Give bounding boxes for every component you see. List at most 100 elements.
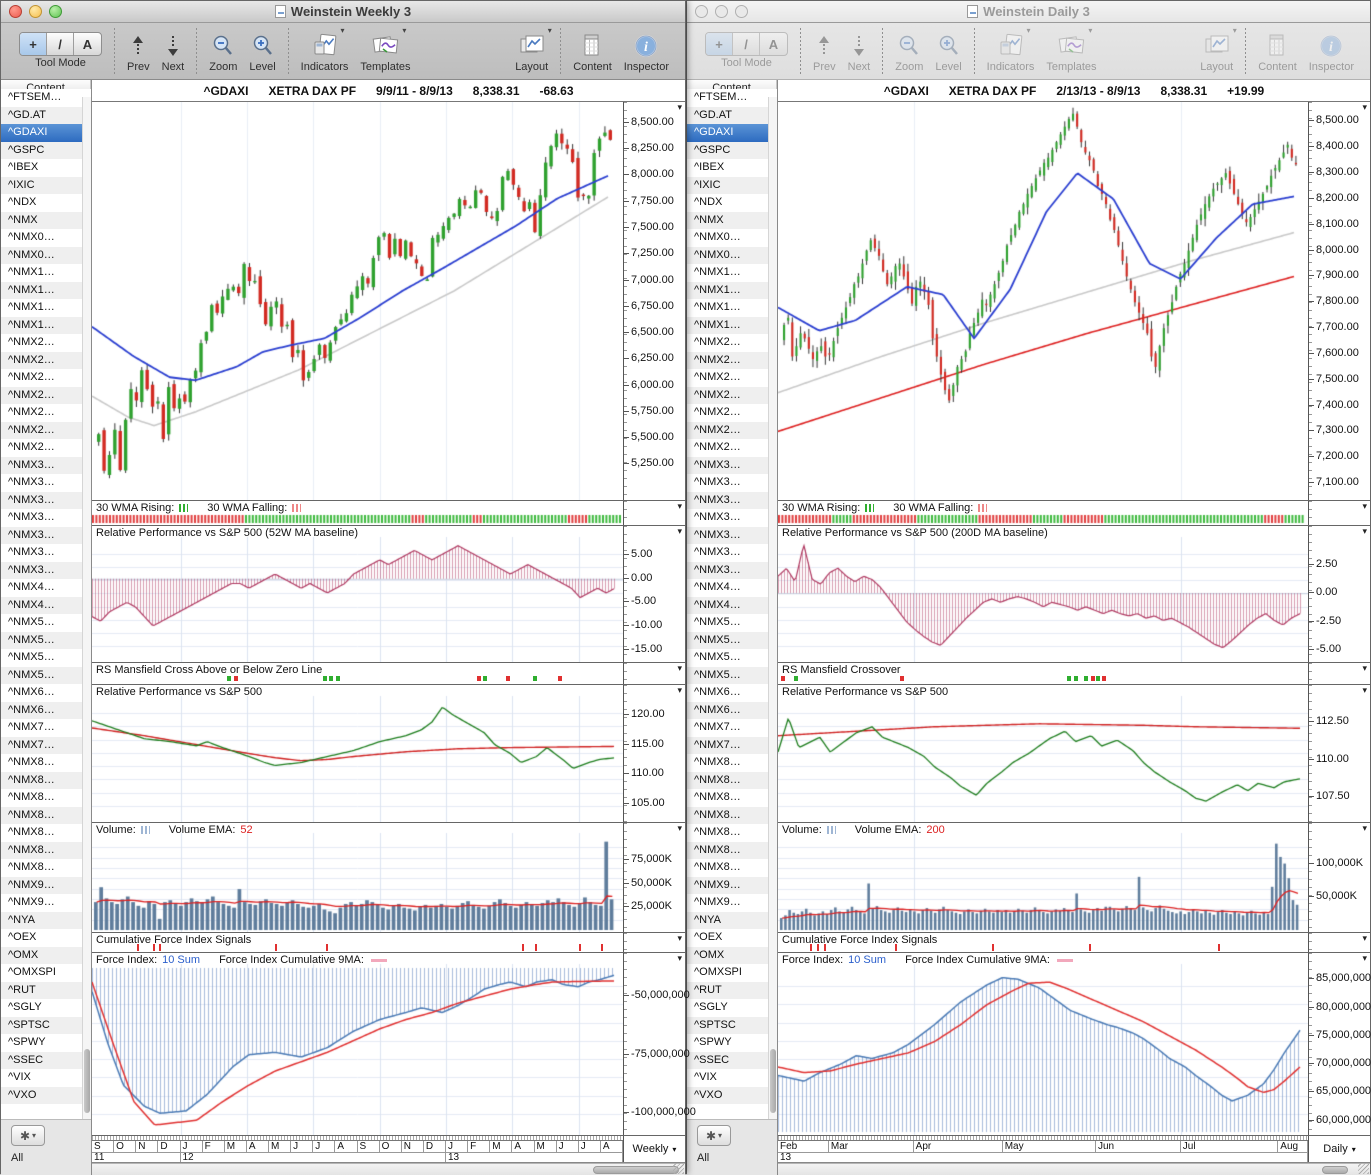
sidebar-item[interactable]: ^NMX2… bbox=[687, 386, 777, 404]
timeframe-select[interactable]: Daily bbox=[1323, 1143, 1347, 1155]
sidebar-item[interactable]: ^VXO bbox=[687, 1086, 777, 1104]
chart-canvas[interactable] bbox=[92, 685, 623, 822]
sidebar-item[interactable]: ^NMX3… bbox=[1, 509, 91, 527]
sidebar-item[interactable]: ^OEX bbox=[1, 929, 91, 947]
sidebar-item[interactable]: ^GDAXI bbox=[687, 124, 777, 142]
sidebar-item[interactable]: ^NMX9… bbox=[687, 876, 777, 894]
sidebar-item[interactable]: ^NMX3… bbox=[1, 544, 91, 562]
sidebar-item[interactable]: ^NMX1… bbox=[687, 299, 777, 317]
sidebar-item[interactable]: ^NMX5… bbox=[687, 666, 777, 684]
tool-line-button[interactable]: / bbox=[47, 33, 74, 55]
panel-disclosure-icon[interactable]: ▾ bbox=[1362, 953, 1367, 963]
close-button[interactable] bbox=[9, 5, 22, 18]
prev-button[interactable]: Prev bbox=[127, 28, 150, 73]
relative-performance-panel-plot[interactable]: Relative Performance vs S&P 500 (52W MA … bbox=[92, 526, 623, 662]
zoom-out-button[interactable]: Zoom bbox=[895, 28, 923, 73]
sidebar-item[interactable]: ^NMX2… bbox=[687, 439, 777, 457]
sidebar-item[interactable]: ^SPTSC bbox=[687, 1016, 777, 1034]
sidebar-item[interactable]: ^NYA bbox=[687, 911, 777, 929]
sidebar-item[interactable]: ^VIX bbox=[687, 1069, 777, 1087]
sidebar-item[interactable]: ^OMX bbox=[1, 946, 91, 964]
panel-disclosure-icon[interactable]: ▾ bbox=[1362, 933, 1367, 943]
sidebar-item[interactable]: ^NMX2… bbox=[1, 351, 91, 369]
zoom-window-button[interactable] bbox=[49, 5, 62, 18]
panel-disclosure-icon[interactable]: ▾ bbox=[677, 501, 682, 511]
sidebar-item[interactable]: ^NYA bbox=[1, 911, 91, 929]
sidebar-item[interactable]: ^NMX5… bbox=[687, 631, 777, 649]
sidebar-item[interactable]: ^NMX8… bbox=[1, 754, 91, 772]
cumulative-force-signal-panel-plot[interactable]: Cumulative Force Index Signals bbox=[92, 933, 623, 952]
sidebar-item[interactable]: ^NMX0… bbox=[1, 246, 91, 264]
sidebar-item[interactable]: ^NMX2… bbox=[1, 369, 91, 387]
sidebar-item[interactable]: ^NMX8… bbox=[687, 859, 777, 877]
titlebar[interactable]: Weinstein Weekly 3 bbox=[1, 1, 685, 23]
chart-canvas[interactable] bbox=[778, 823, 1308, 932]
sidebar-item[interactable]: ^NDX bbox=[687, 194, 777, 212]
sidebar-item[interactable]: ^NMX9… bbox=[1, 876, 91, 894]
next-button[interactable]: Next bbox=[162, 28, 184, 73]
sidebar-item[interactable]: ^GD.AT bbox=[687, 106, 777, 124]
sidebar-scroll-thumb[interactable] bbox=[770, 1049, 776, 1113]
panel-disclosure-icon[interactable]: ▾ bbox=[677, 102, 682, 112]
sidebar-item[interactable]: ^NMX6… bbox=[687, 684, 777, 702]
panel-disclosure-icon[interactable]: ▾ bbox=[1362, 823, 1367, 833]
sidebar-item[interactable]: ^NMX3… bbox=[687, 509, 777, 527]
sidebar-item[interactable]: ^NMX3… bbox=[1, 474, 91, 492]
sidebar-item[interactable]: ^NMX2… bbox=[687, 369, 777, 387]
titlebar[interactable]: Weinstein Daily 3 bbox=[687, 1, 1370, 23]
sidebar-item[interactable]: ^VIX bbox=[1, 1069, 91, 1087]
sidebar-item[interactable]: ^NMX3… bbox=[687, 526, 777, 544]
wma-trend-strip-plot[interactable]: 30 WMA Rising: 30 WMA Falling: bbox=[778, 501, 1308, 525]
sidebar-item[interactable]: ^OMX bbox=[687, 946, 777, 964]
sidebar-item[interactable]: ^NMX8… bbox=[687, 841, 777, 859]
sidebar-item[interactable]: ^NMX8… bbox=[687, 824, 777, 842]
sidebar-item[interactable]: ^IXIC bbox=[1, 176, 91, 194]
sidebar-item[interactable]: ^NMX1… bbox=[687, 281, 777, 299]
sidebar-item[interactable]: ^NMX7… bbox=[1, 719, 91, 737]
resize-grip[interactable] bbox=[1358, 1163, 1369, 1174]
sidebar-item[interactable]: ^SGLY bbox=[687, 999, 777, 1017]
chart-canvas[interactable] bbox=[92, 953, 623, 1135]
panel-disclosure-icon[interactable]: ▾ bbox=[677, 526, 682, 536]
sidebar-item[interactable]: ^NMX5… bbox=[1, 631, 91, 649]
content-button[interactable]: Content bbox=[573, 28, 612, 73]
panel-disclosure-icon[interactable]: ▾ bbox=[1362, 102, 1367, 112]
sidebar-item[interactable]: ^NMX4… bbox=[687, 596, 777, 614]
sidebar-item[interactable]: ^NMX2… bbox=[1, 404, 91, 422]
sidebar-item[interactable]: ^NMX1… bbox=[1, 316, 91, 334]
sidebar-item[interactable]: ^IXIC bbox=[687, 176, 777, 194]
timeframe-select[interactable]: Weekly bbox=[633, 1143, 669, 1155]
sidebar-scroll-thumb[interactable] bbox=[84, 1049, 90, 1113]
sidebar-item[interactable]: ^NMX2… bbox=[1, 334, 91, 352]
sidebar-item[interactable]: ^NMX8… bbox=[687, 754, 777, 772]
relative-performance-panel-plot[interactable]: Relative Performance vs S&P 500 (200D MA… bbox=[778, 526, 1308, 662]
sidebar-item[interactable]: ^NMX3… bbox=[1, 526, 91, 544]
panel-disclosure-icon[interactable]: ▾ bbox=[677, 685, 682, 695]
layout-button[interactable]: ▾ Layout bbox=[515, 26, 552, 73]
inspector-button[interactable]: i Inspector bbox=[1309, 28, 1354, 73]
prev-button[interactable]: Prev bbox=[813, 28, 836, 73]
mansfield-signal-panel-plot[interactable]: RS Mansfield Cross Above or Below Zero L… bbox=[92, 663, 623, 684]
sidebar-item[interactable]: ^NMX8… bbox=[1, 841, 91, 859]
sidebar-item[interactable]: ^NMX8… bbox=[1, 789, 91, 807]
sidebar-item[interactable]: ^FTSEM… bbox=[1, 89, 91, 107]
panel-disclosure-icon[interactable]: ▾ bbox=[1362, 501, 1367, 511]
sidebar-item[interactable]: ^NMX3… bbox=[687, 491, 777, 509]
sidebar-item[interactable]: ^NMX2… bbox=[687, 421, 777, 439]
price-chart-plot[interactable] bbox=[778, 102, 1308, 500]
sidebar-item[interactable]: ^NDX bbox=[1, 194, 91, 212]
horizontal-scrollbar[interactable] bbox=[778, 1163, 1370, 1175]
sidebar-item[interactable]: ^NMX2… bbox=[1, 421, 91, 439]
force-index-panel-plot[interactable]: Force Index: 10 Sum Force Index Cumulative… bbox=[778, 953, 1308, 1135]
horizontal-scroll-thumb[interactable] bbox=[593, 1166, 679, 1174]
sidebar-item[interactable]: ^NMX8… bbox=[1, 806, 91, 824]
sidebar-item[interactable]: ^SPWY bbox=[1, 1034, 91, 1052]
panel-disclosure-icon[interactable]: ▾ bbox=[677, 933, 682, 943]
chart-canvas[interactable] bbox=[92, 526, 623, 662]
sidebar-item[interactable]: ^NMX2… bbox=[1, 386, 91, 404]
templates-button[interactable]: ▾ Templates bbox=[360, 26, 410, 73]
templates-button[interactable]: ▾ Templates bbox=[1046, 26, 1096, 73]
tool-text-button[interactable]: A bbox=[74, 33, 101, 55]
sidebar-item[interactable]: ^NMX7… bbox=[687, 736, 777, 754]
sidebar-item[interactable]: ^GSPC bbox=[1, 141, 91, 159]
